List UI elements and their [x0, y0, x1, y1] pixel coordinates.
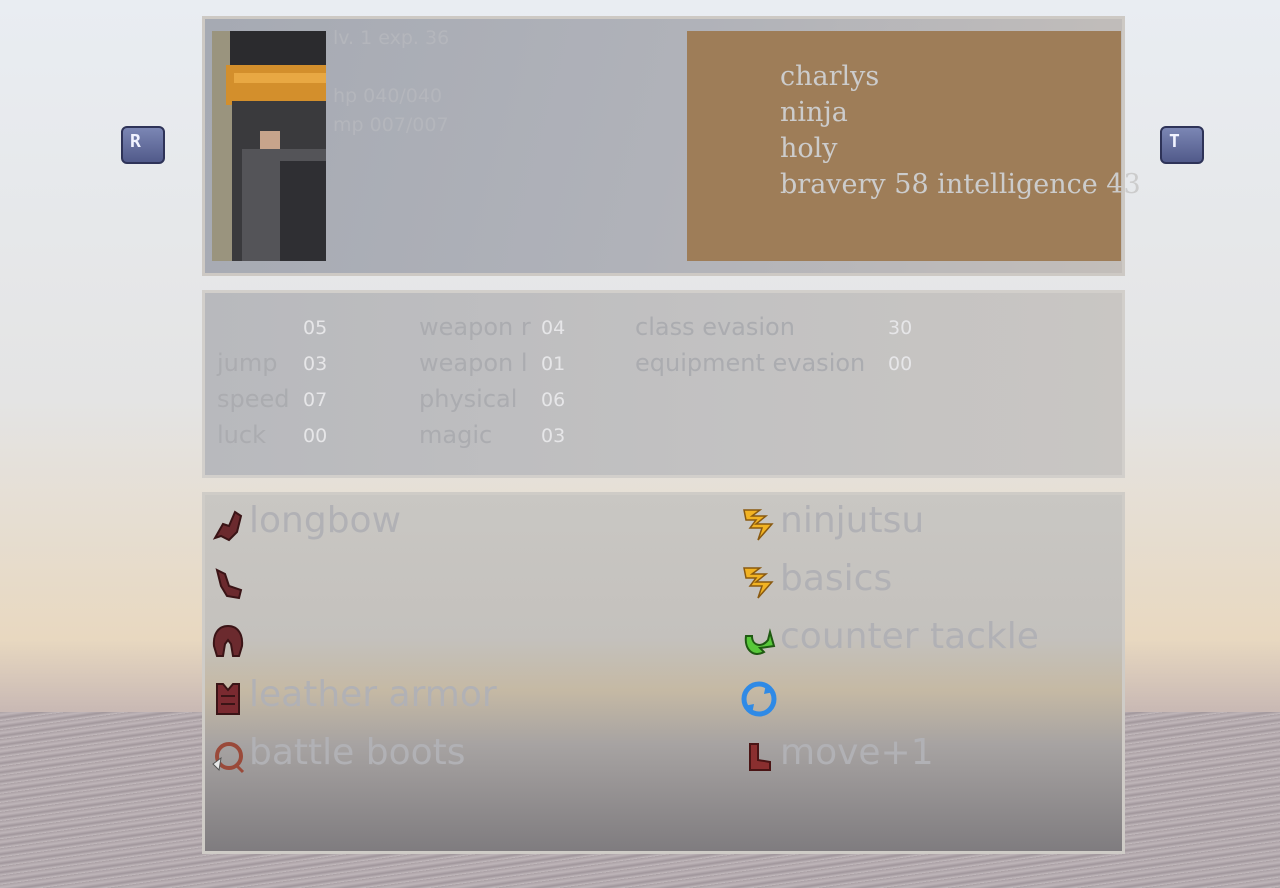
stat-label-weapon-l: weapon l [419, 349, 528, 377]
stat-value-magic: 03 [541, 425, 566, 447]
armor-icon [216, 683, 240, 715]
character-portrait [212, 31, 326, 261]
primary-skill-icon [743, 509, 774, 541]
character-info-box: charlys ninja holy bravery 58 intelligen… [687, 31, 1141, 261]
character-header-panel: lv. 1 exp. 36 hp 040/040 mp 007/007 char… [202, 16, 1141, 276]
ability-name: basics [780, 558, 893, 599]
stat-label-magic: magic [419, 421, 493, 449]
stat-label-luck: luck [217, 421, 266, 449]
weapon-left-icon [215, 568, 243, 600]
stat-value-weapon-r: 04 [541, 317, 566, 339]
stat-label-equipment-evasion: equipment evasion [635, 349, 866, 377]
weapon-right-icon [212, 510, 243, 542]
stat-label-weapon-r: weapon r [419, 313, 531, 341]
helmet-icon [212, 624, 244, 657]
stat-value-speed: 07 [303, 389, 328, 411]
movement-icon [749, 743, 771, 771]
stat-label-jump: jump [217, 349, 278, 377]
mp-text: mp 007/007 [333, 114, 449, 136]
brave-faith-text: bravery 58 intelligence 43 [780, 169, 1141, 200]
stat-value-luck: 00 [303, 425, 328, 447]
stat-value-class-evasion: 30 [888, 317, 913, 339]
reaction-icon [744, 628, 776, 655]
character-element: holy [780, 133, 838, 164]
stat-value-weapon-l: 01 [541, 353, 566, 375]
equipment-name: longbow [249, 500, 402, 541]
stat-value-physical: 06 [541, 389, 566, 411]
accessory-icon [212, 742, 245, 774]
stat-value: 05 [303, 317, 328, 339]
support-icon [741, 681, 777, 717]
shoulder-button-left[interactable]: R [121, 126, 165, 164]
hp-text: hp 040/040 [333, 85, 443, 107]
stat-value-equipment-evasion: 00 [888, 353, 913, 375]
equipment-name: battle boots [249, 732, 466, 773]
secondary-skill-icon [743, 567, 774, 599]
shoulder-button-right[interactable]: T [1160, 126, 1204, 164]
equipment-name: leather armor [249, 674, 497, 715]
character-name: charlys [780, 61, 880, 92]
ability-name: counter tackle [780, 616, 1039, 657]
stat-label-physical: physical [419, 385, 518, 413]
stat-label-speed: speed [217, 385, 290, 413]
stat-label-class-evasion: class evasion [635, 313, 795, 341]
stats-panel: 05 jump 03 speed 07 luck 00 weapon r 04 … [202, 290, 1125, 478]
ability-name: ninjutsu [780, 500, 925, 541]
ability-name: move+1 [780, 732, 934, 773]
equipment-abilities-panel: longbow leather armor battle boots ninju… [202, 492, 1125, 854]
stat-value-jump: 03 [303, 353, 328, 375]
level-exp-text: lv. 1 exp. 36 [333, 27, 450, 49]
character-job: ninja [780, 97, 848, 128]
